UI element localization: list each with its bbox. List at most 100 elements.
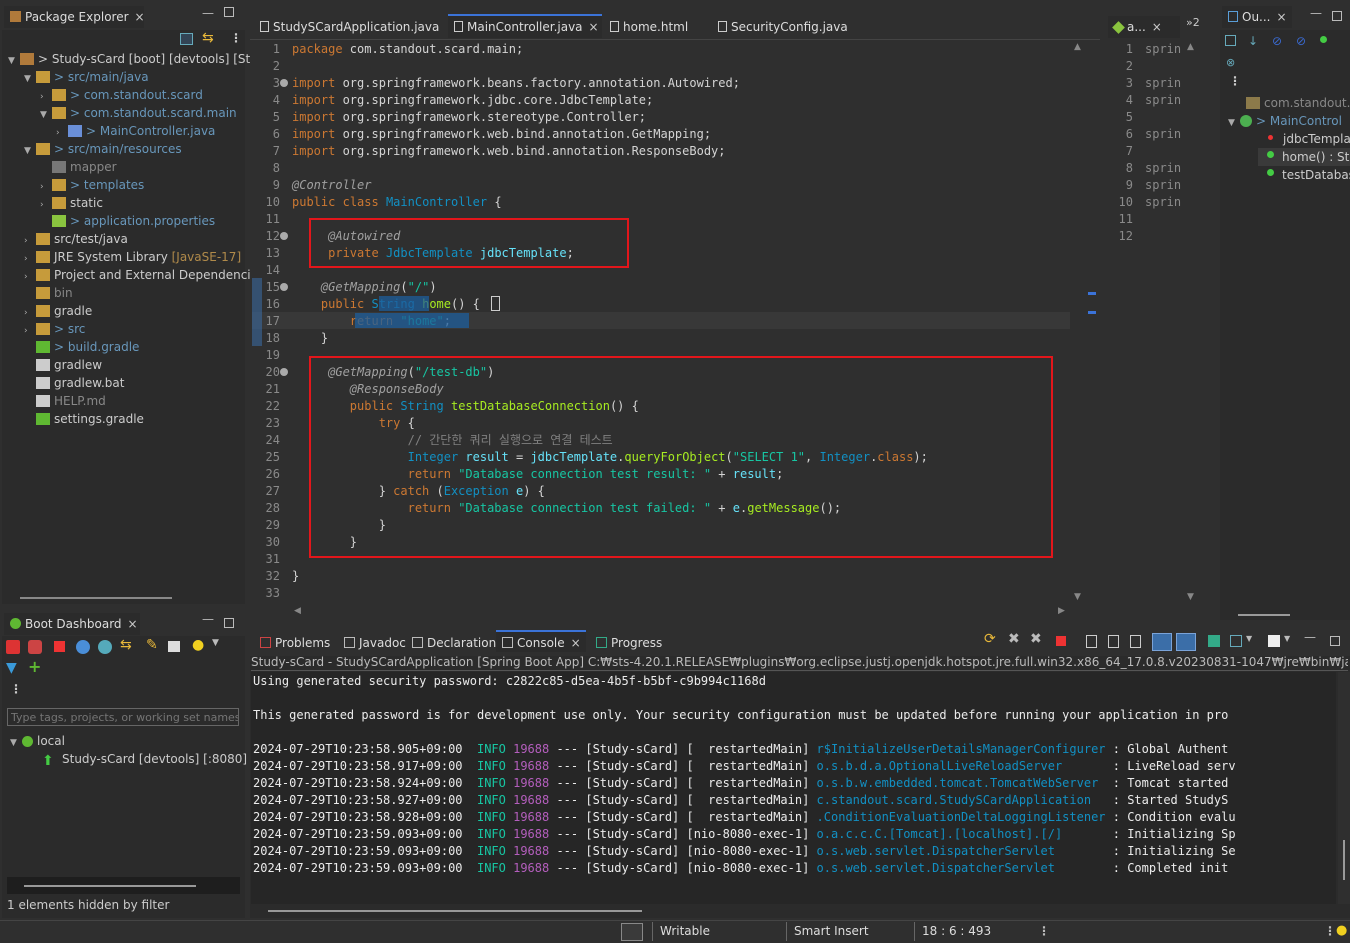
chevron-down-icon[interactable]: ▼ <box>40 106 52 124</box>
tree-item[interactable]: settings.gradle <box>24 410 144 428</box>
tree-item[interactable]: › JRE System Library [JavaSE-17] <box>24 248 241 266</box>
close-icon[interactable]: × <box>135 10 145 24</box>
tab-javadoc[interactable]: Javadoc <box>338 632 406 654</box>
tree-item[interactable]: mapper <box>40 158 117 176</box>
maximize-icon[interactable] <box>224 618 234 628</box>
tab-problems[interactable]: Problems <box>254 632 330 654</box>
tab-studyscardapplication[interactable]: StudySCardApplication.java <box>254 16 439 38</box>
tab-securityconfig[interactable]: SecurityConfig.java <box>712 16 848 38</box>
remove-launch-icon[interactable]: ✖ <box>1008 631 1020 647</box>
scroll-left-icon[interactable]: ◀ <box>294 606 301 616</box>
maximize-icon[interactable] <box>224 7 234 17</box>
minimize-icon[interactable]: — <box>202 612 214 626</box>
tree-item[interactable]: HELP.md <box>24 392 106 410</box>
chevron-down-icon[interactable]: ▼ <box>1246 634 1252 643</box>
editor-hscroll[interactable]: ◀ ▶ <box>292 606 1068 620</box>
minimize-icon[interactable]: — <box>202 6 214 20</box>
scroll-down-icon[interactable]: ▼ <box>1187 592 1194 602</box>
tab-application-properties[interactable]: a... × <box>1108 16 1180 38</box>
tree-item[interactable]: ▼ > src/main/java <box>24 68 149 86</box>
show-on-stderr-icon[interactable] <box>1176 633 1196 651</box>
tab-console[interactable]: Console × <box>496 630 586 652</box>
tree-item[interactable]: › src/test/java <box>24 230 128 248</box>
status-menu-icon[interactable]: ⋮ <box>1324 924 1336 938</box>
refresh-icon[interactable]: ⇆ <box>120 637 132 653</box>
boot-dashboard-hscroll-thumb[interactable] <box>24 885 196 887</box>
maximize-icon[interactable] <box>1330 636 1340 646</box>
remove-all-icon[interactable]: ✖ <box>1030 631 1042 647</box>
view-menu-icon[interactable]: ⋮ <box>10 682 22 696</box>
hide-nonpublic-icon[interactable] <box>1320 36 1327 43</box>
open-console-icon[interactable] <box>1268 635 1280 647</box>
outline-method-testdb[interactable]: testDatabas <box>1264 166 1350 184</box>
console-vscroll-thumb[interactable] <box>1343 840 1345 880</box>
close-icon[interactable]: × <box>1152 20 1162 34</box>
status-menu-icon[interactable]: ⋮ <box>1038 924 1050 938</box>
outline-package[interactable]: com.standout. <box>1246 94 1350 112</box>
debug-icon[interactable] <box>28 640 42 654</box>
tree-item[interactable]: gradlew.bat <box>24 374 124 392</box>
fold-icon[interactable] <box>280 79 288 87</box>
tab-package-explorer[interactable]: Package Explorer × <box>4 6 145 28</box>
chevron-down-icon[interactable]: ▼ <box>1228 114 1240 132</box>
tag-filter-input[interactable] <box>7 708 239 726</box>
close-icon[interactable]: × <box>128 617 138 631</box>
collapse-all-icon[interactable] <box>1225 35 1236 46</box>
boot-app-item[interactable]: ⬆ Study-sCard [devtools] [:8080] <box>42 750 247 768</box>
tree-item[interactable]: › > com.standout.scard <box>40 86 203 104</box>
outline-method-home[interactable]: home() : St <box>1264 148 1349 166</box>
hide-local-types-icon[interactable]: ⊗ <box>1226 56 1240 70</box>
show-on-stdout-icon[interactable] <box>1152 633 1172 651</box>
view-menu-icon[interactable]: ⋮ <box>1229 74 1241 88</box>
tree-item[interactable]: gradlew <box>24 356 102 374</box>
tree-item[interactable]: bin <box>24 284 73 302</box>
outline-hscroll[interactable] <box>1238 614 1290 616</box>
tab-progress[interactable]: Progress <box>590 632 662 654</box>
add-icon[interactable]: + <box>28 657 41 676</box>
chevron-down-icon[interactable]: ▼ <box>10 734 22 752</box>
tree-item[interactable]: › gradle <box>24 302 92 320</box>
editor-vscroll[interactable]: ▲ ▼ <box>1070 40 1086 605</box>
tree-item[interactable]: > build.gradle <box>24 338 139 356</box>
close-icon[interactable]: × <box>1277 10 1287 24</box>
package-explorer-hscroll[interactable] <box>20 597 172 599</box>
chevron-down-icon[interactable]: ▼ <box>1284 634 1290 643</box>
start-icon[interactable] <box>6 640 20 654</box>
scroll-up-icon[interactable]: ▲ <box>1074 42 1081 52</box>
status-icon[interactable] <box>621 923 643 941</box>
hide-fields-icon[interactable]: ⊘ <box>1272 34 1286 48</box>
properties-icon[interactable] <box>168 641 180 652</box>
overflow-tabs[interactable]: »2 <box>1186 16 1200 29</box>
tree-item[interactable]: › > MainController.java <box>56 122 215 140</box>
terminate-icon[interactable] <box>1056 636 1066 646</box>
display-console-icon[interactable] <box>1230 635 1242 647</box>
tree-item[interactable]: › > templates <box>40 176 144 194</box>
lightbulb-icon[interactable]: ● <box>192 637 204 653</box>
chevron-down-icon[interactable]: ▼ <box>8 52 20 70</box>
chevron-down-icon[interactable]: ▼ <box>24 70 36 88</box>
console-vscroll[interactable] <box>1338 672 1350 904</box>
word-wrap-icon[interactable] <box>1130 635 1141 648</box>
close-icon[interactable]: × <box>571 636 581 650</box>
boot-group-local[interactable]: ▼ local <box>10 732 65 750</box>
tab-home-html[interactable]: home.html <box>604 16 688 38</box>
filter-icon[interactable]: ▼ <box>6 660 17 676</box>
tab-outline[interactable]: Ou... × <box>1222 6 1292 28</box>
fold-icon[interactable] <box>280 368 288 376</box>
minimize-icon[interactable]: — <box>1304 630 1316 644</box>
side-editor-vscroll[interactable]: ▲ ▼ <box>1185 40 1199 605</box>
view-menu-icon[interactable]: ⋮ <box>230 31 242 45</box>
outline-field[interactable]: jdbcTempla <box>1264 130 1350 148</box>
pin-console-icon[interactable] <box>1208 635 1220 647</box>
tree-item[interactable]: ▼ > Study-sCard [boot] [devtools] [Stuc <box>8 50 264 68</box>
chevron-down-icon[interactable]: ▼ <box>24 142 36 160</box>
open-console-icon[interactable] <box>98 640 112 654</box>
tree-item[interactable]: › Project and External Dependencies <box>24 266 264 284</box>
console-hscroll[interactable] <box>268 910 642 912</box>
tab-boot-dashboard[interactable]: Boot Dashboard × <box>4 613 140 635</box>
tab-maincontroller[interactable]: MainController.java × <box>448 14 602 38</box>
fold-icon[interactable] <box>280 232 288 240</box>
clear-console-icon[interactable] <box>1086 635 1097 648</box>
outline-class[interactable]: ▼ > MainControl <box>1228 112 1342 130</box>
chevron-down-icon[interactable]: ▼ <box>212 638 219 648</box>
